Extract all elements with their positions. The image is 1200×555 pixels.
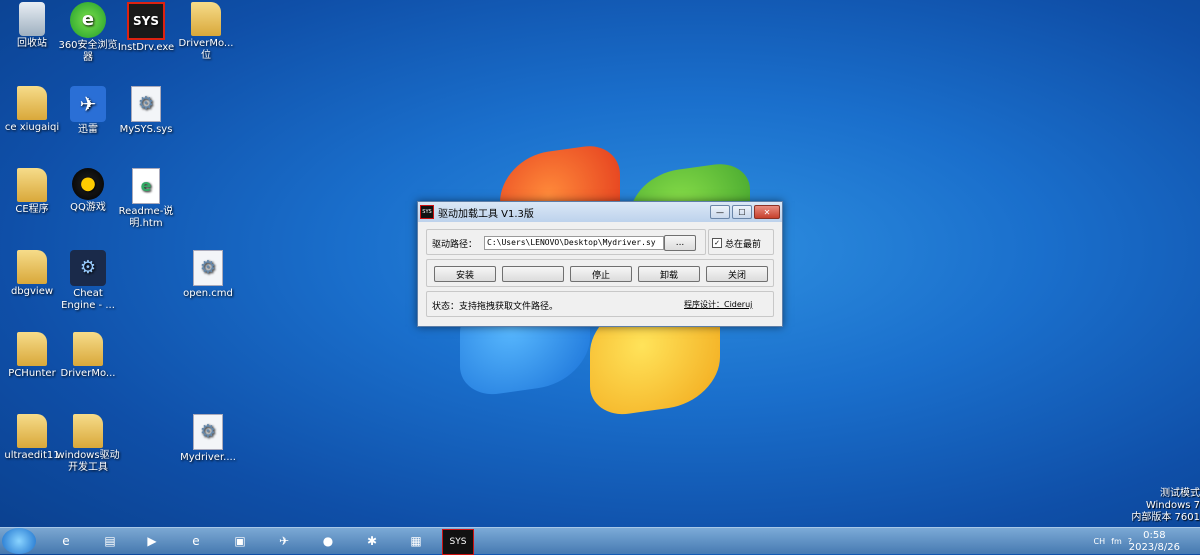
desktop-icon[interactable]: ● QQ游戏 (56, 168, 120, 214)
desktop-icon[interactable]: e 360安全浏览器 (56, 2, 120, 64)
folder-icon (191, 2, 221, 36)
system-tray: CH fm ? (1088, 528, 1132, 554)
always-on-top-label: 总在最前 (725, 240, 762, 250)
taskbar-item-bird-icon[interactable]: ✈ (266, 529, 302, 553)
desktop-icon[interactable]: e Readme-说明.htm (114, 168, 178, 230)
folder-icon (17, 250, 47, 284)
recycle-bin-icon (19, 2, 45, 36)
sys-icon: SYS (127, 2, 165, 40)
desktop-icon[interactable]: SYS InstDrv.exe (114, 2, 178, 54)
taskbar-item-sys-icon[interactable]: SYS (442, 529, 474, 555)
desktop-icon[interactable]: DriverMo... (56, 332, 120, 380)
browse-button[interactable]: ... (664, 235, 696, 251)
desktop-icon[interactable]: ✈ 迅雷 (56, 86, 120, 136)
tray-ime[interactable]: fm (1111, 537, 1122, 546)
taskbar-item-bug-icon[interactable]: ✱ (354, 529, 390, 553)
taskbar-item-folder-icon[interactable]: ▤ (92, 529, 128, 553)
desktop-icon[interactable]: 回收站 (0, 2, 64, 50)
desktop-icon-label: DriverMo...位 (178, 38, 234, 61)
desktop-icon[interactable]: PCHunter (0, 332, 64, 380)
desktop-icon-label: ultraedit11 (4, 450, 60, 461)
desktop-icon-label: 迅雷 (78, 124, 98, 135)
desktop-icon[interactable]: DriverMo...位 (174, 2, 238, 62)
driver-loader-window[interactable]: SYS 驱动加载工具 V1.3版 — ☐ ✕ 驱动路径： C:\Users\LE… (417, 201, 783, 327)
tray-lang[interactable]: CH (1094, 537, 1106, 546)
desktop-icon-label: windows驱动开发工具 (56, 450, 120, 473)
gear-file-icon: ⚙ (193, 414, 223, 450)
taskbar-item-ie-icon[interactable]: e (48, 529, 84, 553)
desktop-icon[interactable]: ⚙ Mydriver.... (176, 414, 240, 464)
gear-file-icon: ⚙ (193, 250, 223, 286)
blank-button[interactable] (502, 266, 564, 282)
desktop-icon-label: Mydriver.... (180, 452, 236, 463)
watermark-line1: 测试模式 (1160, 488, 1200, 499)
browser-icon: e (70, 2, 106, 38)
desktop-icon[interactable]: CE程序 (0, 168, 64, 216)
desktop-icon-label: 回收站 (17, 38, 47, 49)
desktop-icon[interactable]: ⚙ MySYS.sys (114, 86, 178, 136)
minimize-button[interactable]: — (710, 205, 730, 219)
taskbar-item-terminal-icon[interactable]: ▦ (398, 529, 434, 553)
watermark-line3: 内部版本 7601 (1131, 512, 1200, 523)
desktop-icon[interactable]: dbgview (0, 250, 64, 298)
desktop-icon[interactable]: ⚙ Cheat Engine - ... (56, 250, 120, 312)
gear-file-icon: ⚙ (131, 86, 161, 122)
install-button[interactable]: 安装 (434, 266, 496, 282)
status-text: 状态：支持拖拽获取文件路径。 (432, 302, 559, 312)
taskbar-item-cmd-icon[interactable]: ▣ (222, 529, 258, 553)
desktop-icon-label: open.cmd (183, 288, 233, 299)
folder-icon (73, 414, 103, 448)
desktop-icon-label: Readme-说明.htm (118, 206, 174, 229)
watermark-line2: Windows 7 (1145, 500, 1200, 511)
credit-link[interactable]: 程序设计：Cideruj (684, 299, 752, 310)
close-window-button[interactable]: ✕ (754, 205, 780, 219)
taskbar-item-media-icon[interactable]: ▶ (134, 529, 170, 553)
maximize-button[interactable]: ☐ (732, 205, 752, 219)
desktop-icon-label: DriverMo... (60, 368, 116, 379)
clock-time: 0:58 (1143, 530, 1166, 541)
desktop-icon[interactable]: ce xiugaiqi (0, 86, 64, 134)
app-icon: SYS (420, 205, 434, 219)
start-button[interactable] (2, 528, 36, 554)
cheat-engine-icon: ⚙ (70, 250, 106, 286)
bird-icon: ✈ (70, 86, 106, 122)
desktop-icon[interactable]: ⚙ open.cmd (176, 250, 240, 300)
stop-button[interactable]: 停止 (570, 266, 632, 282)
desktop-icon-label: MySYS.sys (119, 124, 173, 135)
folder-icon (17, 168, 47, 202)
test-mode-watermark: 测试模式 Windows 7 内部版本 7601 (1131, 488, 1200, 524)
html-file-icon: e (132, 168, 160, 204)
clock-date: 2023/8/26 (1128, 542, 1180, 553)
desktop-icon-label: dbgview (10, 286, 54, 297)
taskbar-item-browser-icon[interactable]: e (178, 529, 214, 553)
taskbar-item-penguin-icon[interactable]: ● (310, 529, 346, 553)
desktop-icon-label: ce xiugaiqi (4, 122, 60, 133)
uninstall-button[interactable]: 卸载 (638, 266, 700, 282)
desktop-icon-label: PCHunter (8, 368, 56, 379)
folder-icon (17, 414, 47, 448)
path-label: 驱动路径： (432, 240, 478, 250)
desktop-icon-label: Cheat Engine - ... (61, 288, 115, 311)
folder-icon (17, 332, 47, 366)
desktop-icon[interactable]: windows驱动开发工具 (56, 414, 120, 474)
desktop-icon-label: CE程序 (15, 204, 49, 215)
penguin-icon: ● (72, 168, 104, 200)
desktop-icon-label: QQ游戏 (70, 202, 106, 213)
desktop-icon[interactable]: ultraedit11 (0, 414, 64, 462)
folder-icon (73, 332, 103, 366)
desktop-icon-label: InstDrv.exe (117, 42, 175, 53)
taskbar-clock[interactable]: 0:58 2023/8/26 (1129, 530, 1180, 554)
window-title: 驱动加载工具 V1.3版 (438, 208, 534, 220)
close-button[interactable]: 关闭 (706, 266, 768, 282)
always-on-top-checkbox[interactable]: ✓ (712, 238, 722, 248)
taskbar: e ▤ ▶ e ▣ ✈ ● ✱ ▦ SYS CH fm ? (0, 527, 1200, 555)
folder-icon (17, 86, 47, 120)
title-bar[interactable]: SYS 驱动加载工具 V1.3版 — ☐ ✕ (418, 202, 782, 222)
driver-path-input[interactable]: C:\Users\LENOVO\Desktop\Mydriver.sy (484, 236, 664, 250)
desktop-icon-label: 360安全浏览器 (58, 40, 118, 63)
